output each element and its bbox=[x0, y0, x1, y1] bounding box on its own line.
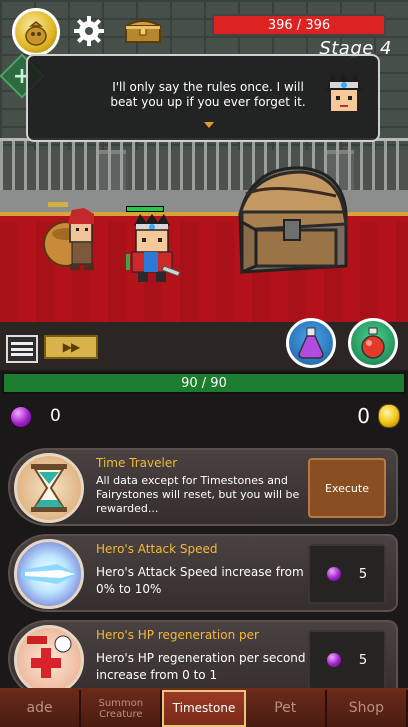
money-bag-icon bbox=[25, 21, 47, 46]
gold-coin-icon bbox=[378, 404, 400, 428]
dialog-text: I'll only say the rules once. I will bea… bbox=[110, 80, 306, 109]
skill-title: Time Traveler bbox=[96, 456, 178, 470]
upgrade-panel: 90 / 90 0 0 Time Traveler All data excep… bbox=[0, 370, 408, 698]
skill-description: Hero's HP regeneration per second increa… bbox=[96, 651, 306, 682]
menu-button[interactable] bbox=[6, 335, 38, 363]
speaker-portrait bbox=[326, 72, 362, 113]
treasure-chest-object[interactable] bbox=[232, 164, 352, 280]
gem-icon bbox=[326, 567, 341, 581]
game-scene: 396 / 396 Stage 4 + I'll only say the ru… bbox=[0, 0, 408, 370]
red-potion-icon bbox=[361, 327, 385, 359]
tab-upgrade[interactable]: ade bbox=[0, 690, 82, 727]
companion-character bbox=[43, 202, 94, 270]
skill-title: Hero's Attack Speed bbox=[96, 542, 218, 556]
hero-hp-text: 396 / 396 bbox=[267, 17, 331, 33]
hp-regen-icon bbox=[14, 625, 84, 695]
tab-shop[interactable]: Shop bbox=[326, 690, 408, 727]
cost-value: 5 bbox=[358, 652, 368, 668]
hero-hp-bar: 396 / 396 bbox=[212, 14, 386, 36]
stamina-text: 90 / 90 bbox=[181, 375, 227, 391]
fast-forward-button[interactable]: ▶▶ bbox=[44, 335, 98, 359]
gold-count: 0 bbox=[357, 404, 370, 428]
bag-button[interactable] bbox=[12, 8, 60, 56]
currency-row: 0 0 bbox=[0, 398, 408, 438]
hero-mini-hp-bar bbox=[126, 206, 164, 212]
tab-timestone[interactable]: Timestone bbox=[162, 690, 246, 727]
bottom-tab-bar: ade Summon Creature Timestone Pet Shop bbox=[0, 688, 408, 727]
skill-card-hp-regen: Hero's HP regeneration per Hero's HP reg… bbox=[8, 620, 398, 698]
fast-forward-icon: ▶▶ bbox=[62, 340, 80, 354]
purple-potion-icon bbox=[298, 327, 324, 359]
menu-line bbox=[11, 352, 33, 356]
treasure-chest-button[interactable] bbox=[122, 16, 164, 44]
hourglass-graphic bbox=[31, 464, 67, 512]
stamina-bar: 90 / 90 bbox=[2, 372, 406, 394]
dialog-next-arrow-icon bbox=[204, 122, 214, 128]
red-potion-button[interactable] bbox=[348, 318, 398, 368]
tab-summon-creature[interactable]: Summon Creature bbox=[81, 690, 163, 727]
gem-count: 0 bbox=[50, 406, 61, 426]
skill-description: Hero's Attack Speed increase from 0% to … bbox=[96, 565, 304, 596]
skill-card-attack-speed: Hero's Attack Speed Hero's Attack Speed … bbox=[8, 534, 398, 612]
cost-value: 5 bbox=[358, 566, 368, 582]
gem-icon bbox=[326, 653, 341, 667]
execute-button[interactable]: Execute bbox=[308, 458, 386, 518]
execute-label: Execute bbox=[325, 481, 369, 495]
menu-line bbox=[11, 347, 33, 351]
dialog-box[interactable]: I'll only say the rules once. I will bea… bbox=[26, 54, 380, 142]
menu-line bbox=[11, 342, 33, 346]
attack-speed-icon bbox=[14, 539, 84, 609]
upgrade-cost-button[interactable]: 5 bbox=[308, 630, 386, 690]
hourglass-icon bbox=[14, 453, 84, 523]
skill-description: All data except for Timestones and Fairy… bbox=[96, 474, 300, 515]
skill-card-time-traveler: Time Traveler All data except for Timest… bbox=[8, 448, 398, 526]
upgrade-cost-button[interactable]: 5 bbox=[308, 544, 386, 604]
skill-title: Hero's HP regeneration per bbox=[96, 628, 259, 642]
red-cross-graphic bbox=[27, 635, 72, 678]
chest-icon bbox=[122, 20, 164, 43]
settings-button[interactable] bbox=[72, 14, 106, 48]
purple-potion-button[interactable] bbox=[286, 318, 336, 368]
tab-pet[interactable]: Pet bbox=[245, 690, 327, 727]
timestone-gem-icon bbox=[10, 406, 32, 428]
gear-icon bbox=[74, 16, 104, 46]
hero-character bbox=[126, 214, 181, 282]
speed-burst-graphic bbox=[21, 564, 77, 584]
